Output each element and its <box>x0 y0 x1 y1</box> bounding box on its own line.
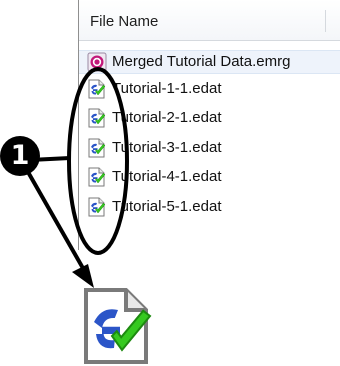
file-name-column-header[interactable]: File Name <box>79 0 340 41</box>
file-row-tutorial-5-1[interactable]: Tutorial-5-1.edat <box>79 195 340 219</box>
file-row-merged-tutorial-data[interactable]: Merged Tutorial Data.emrg <box>79 50 340 74</box>
file-name: Tutorial-2-1.edat <box>112 109 222 126</box>
edat-file-icon <box>87 197 107 217</box>
file-list-panel: File Name Merged Tutorial Data.emrg Tuto… <box>78 0 340 250</box>
file-name: Tutorial-1-1.edat <box>112 80 222 97</box>
edat-file-icon <box>87 167 107 187</box>
callout-arrow-line <box>26 171 86 271</box>
file-row-tutorial-2-1[interactable]: Tutorial-2-1.edat <box>79 106 340 130</box>
callout-arrowhead <box>72 264 94 288</box>
column-divider[interactable] <box>325 10 326 32</box>
file-row-tutorial-3-1[interactable]: Tutorial-3-1.edat <box>79 136 340 160</box>
callout-number-badge: 1 <box>0 136 40 176</box>
edat-file-icon <box>78 286 158 366</box>
file-name: Tutorial-5-1.edat <box>112 198 222 215</box>
file-row-tutorial-1-1[interactable]: Tutorial-1-1.edat <box>79 77 340 101</box>
edat-file-icon <box>87 108 107 128</box>
merged-data-icon <box>87 52 107 72</box>
column-header-label: File Name <box>90 13 159 30</box>
file-name: Tutorial-3-1.edat <box>112 139 222 156</box>
edat-file-icon <box>87 79 107 99</box>
screenshot-stage: File Name Merged Tutorial Data.emrg Tuto… <box>0 0 340 366</box>
file-name: Tutorial-4-1.edat <box>112 168 222 185</box>
edat-file-icon <box>87 138 107 158</box>
file-row-tutorial-4-1[interactable]: Tutorial-4-1.edat <box>79 165 340 189</box>
file-name: Merged Tutorial Data.emrg <box>112 53 291 70</box>
